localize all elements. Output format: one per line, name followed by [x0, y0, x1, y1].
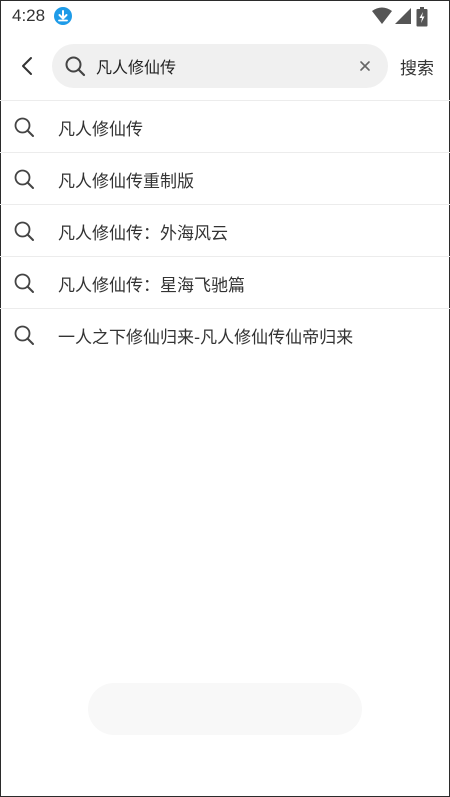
wifi-icon [372, 7, 392, 24]
signal-icon [395, 8, 411, 24]
suggestion-label: 凡人修仙传：星海飞驰篇 [58, 276, 245, 296]
list-item[interactable]: 一人之下修仙归来-凡人修仙传仙帝归来 [0, 309, 450, 360]
suggestion-label: 凡人修仙传：外海风云 [58, 224, 228, 244]
search-icon [14, 117, 34, 137]
suggestion-label: 凡人修仙传重制版 [58, 172, 194, 192]
suggestion-label: 一人之下修仙归来-凡人修仙传仙帝归来 [58, 328, 354, 348]
download-icon [54, 7, 72, 25]
bottom-floating-pill [88, 683, 362, 735]
suggestion-label: 凡人修仙传 [58, 120, 143, 140]
list-item[interactable]: 凡人修仙传：星海飞驰篇 [0, 257, 450, 309]
back-button[interactable] [12, 46, 44, 86]
search-input[interactable] [96, 44, 344, 88]
search-icon [65, 56, 86, 77]
suggestion-list: 凡人修仙传 凡人修仙传重制版 凡人修仙传：外海风云 凡人修仙传：星海飞驰篇 一人… [0, 101, 450, 360]
search-icon [14, 169, 34, 189]
battery-charging-icon [416, 7, 428, 27]
list-item[interactable]: 凡人修仙传 [0, 101, 450, 153]
search-submit-button[interactable]: 搜索 [400, 54, 434, 79]
search-icon [14, 221, 34, 241]
search-icon [14, 273, 34, 293]
chevron-left-icon [22, 57, 32, 75]
search-header: 搜索 [0, 40, 450, 92]
clear-icon[interactable] [356, 57, 374, 75]
list-item[interactable]: 凡人修仙传：外海风云 [0, 205, 450, 257]
status-time: 4:28 [12, 6, 46, 25]
status-bar: 4:28 [0, 0, 450, 34]
list-item[interactable]: 凡人修仙传重制版 [0, 153, 450, 205]
search-icon [14, 325, 34, 345]
search-box[interactable] [52, 44, 388, 88]
